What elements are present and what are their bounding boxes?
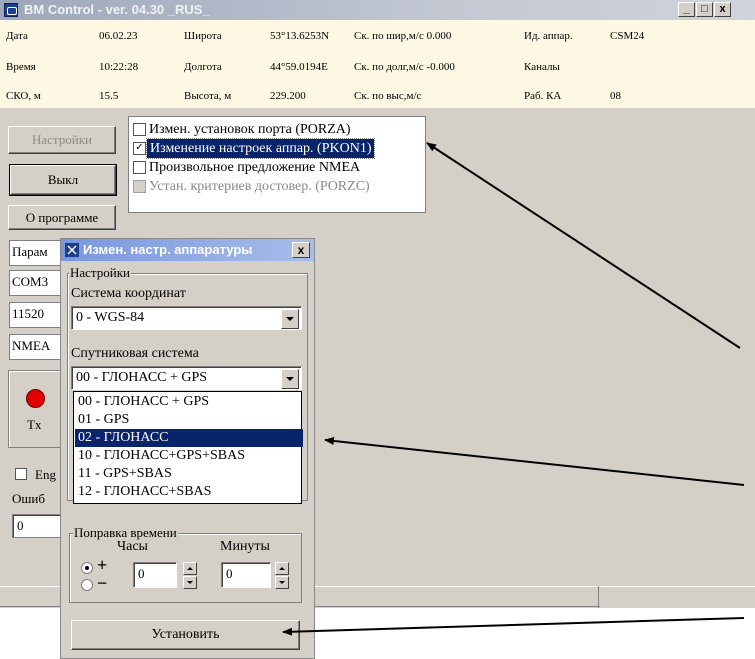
- arrow-to-apply-button: [282, 617, 745, 636]
- annotation-arrows: [282, 142, 745, 636]
- arrow-to-dropdown: [324, 436, 745, 486]
- arrow-to-menu-item: [426, 142, 741, 349]
